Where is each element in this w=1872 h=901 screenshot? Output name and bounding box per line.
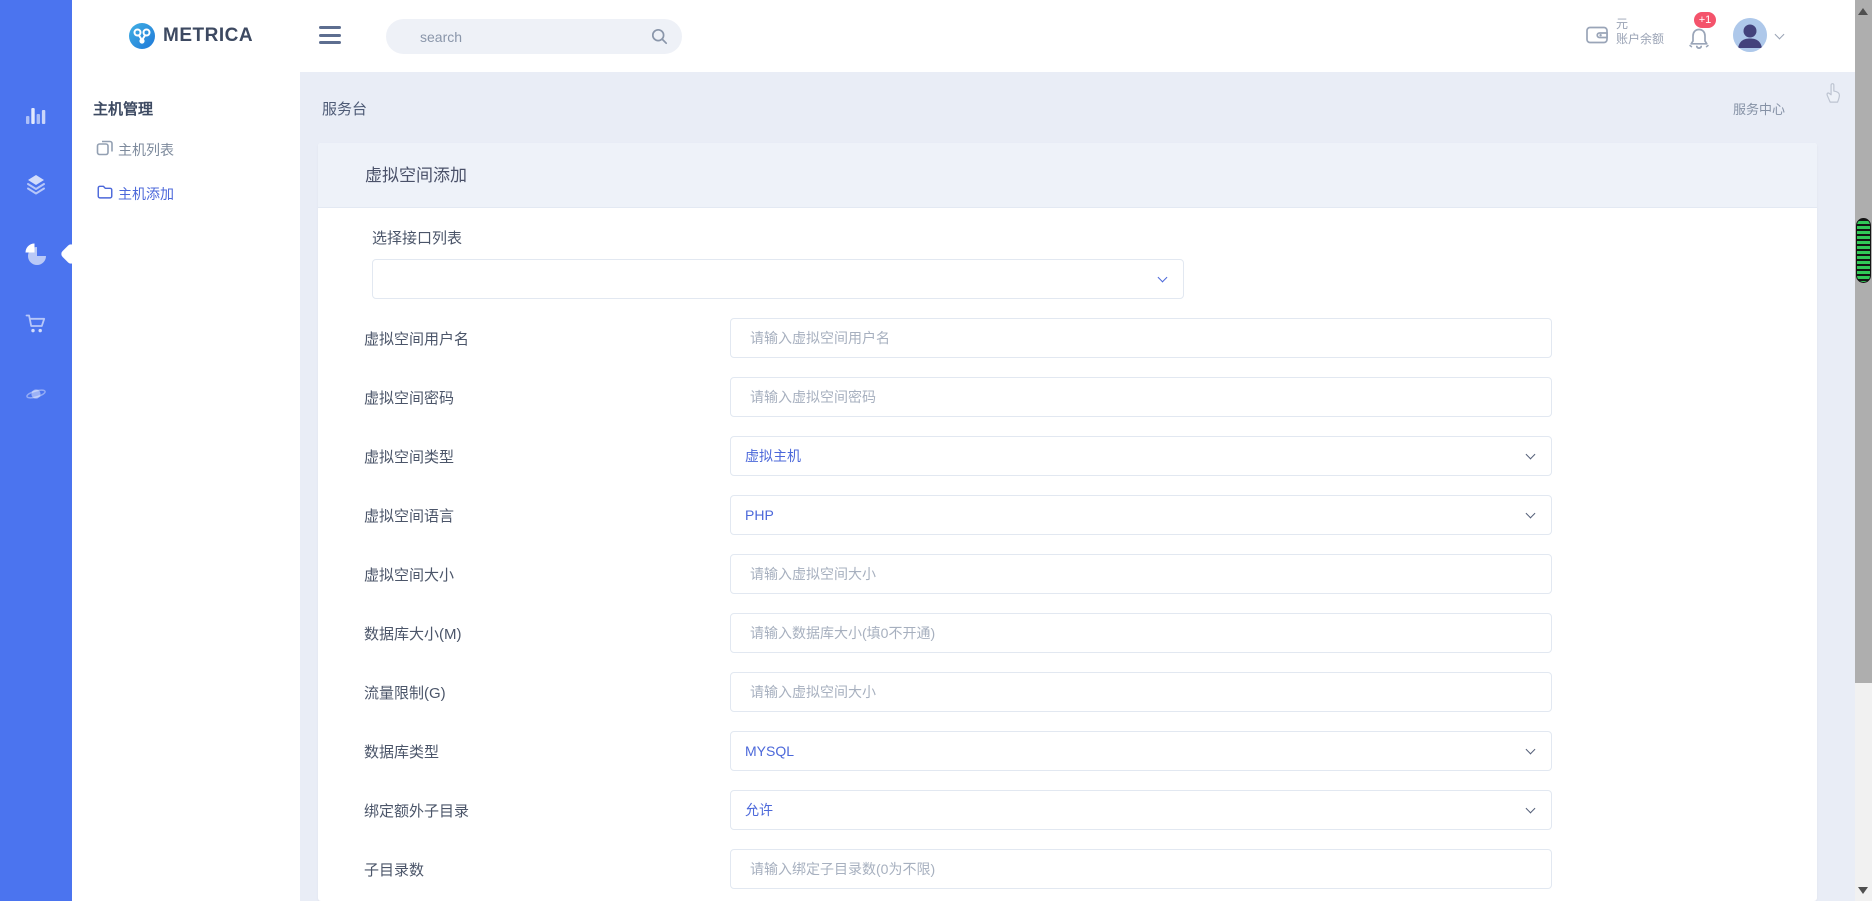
mouse-cursor: [1822, 80, 1842, 109]
notifications-button[interactable]: +1: [1680, 16, 1724, 60]
field-label: 虚拟空间语言: [364, 505, 730, 526]
subdir-count-input[interactable]: [730, 849, 1552, 889]
search-icon[interactable]: [650, 27, 669, 51]
service-center-link[interactable]: 服务中心: [1733, 99, 1785, 118]
account-balance[interactable]: 元 账户余额: [1616, 17, 1664, 47]
bell-icon: [1686, 26, 1712, 57]
scroll-down-arrow[interactable]: [1858, 887, 1868, 894]
db-size-input[interactable]: [730, 613, 1552, 653]
icon-rail: [0, 0, 72, 901]
bar-chart-icon[interactable]: [24, 104, 48, 128]
field-label: 虚拟空间密码: [364, 387, 730, 408]
field-label: 虚拟空间用户名: [364, 328, 730, 349]
chevron-down-icon: [1158, 273, 1168, 283]
chevron-down-icon: [1526, 509, 1536, 519]
field-label: 数据库大小(M): [364, 623, 730, 644]
field-label: 绑定额外子目录: [364, 800, 730, 821]
balance-amount: 元: [1616, 17, 1664, 32]
chevron-down-icon: [1526, 450, 1536, 460]
vs-password-input[interactable]: [730, 377, 1552, 417]
field-label: 流量限制(G): [364, 682, 730, 703]
card-header: 虚拟空间添加: [318, 143, 1817, 208]
balance-label: 账户余额: [1616, 32, 1664, 47]
vs-username-input[interactable]: [730, 318, 1552, 358]
brand-logo[interactable]: METRICA: [128, 22, 253, 50]
planet-icon[interactable]: [24, 382, 48, 406]
field-label: 数据库类型: [364, 741, 730, 762]
search-input[interactable]: [420, 19, 630, 54]
select-value: 虚拟主机: [745, 446, 801, 466]
scroll-up-arrow[interactable]: [1858, 8, 1868, 15]
side-menu: 主机管理 主机列表 主机添加: [72, 72, 300, 901]
chevron-down-icon: [1526, 804, 1536, 814]
db-type-select[interactable]: MYSQL: [730, 731, 1552, 771]
menu-toggle-button[interactable]: [319, 26, 341, 45]
vertical-scrollbar[interactable]: [1855, 0, 1872, 901]
select-value: PHP: [745, 507, 774, 523]
user-menu-chevron-icon[interactable]: [1775, 30, 1785, 40]
top-header: METRICA 元 账户余额 +1: [72, 0, 1855, 72]
field-label: 子目录数: [364, 859, 730, 880]
vs-size-input[interactable]: [730, 554, 1552, 594]
card-title: 虚拟空间添加: [318, 143, 1817, 208]
brand-name: METRICA: [163, 25, 253, 47]
wallet-icon[interactable]: [1585, 23, 1609, 52]
vs-type-select[interactable]: 虚拟主机: [730, 436, 1552, 476]
field-label: 虚拟空间大小: [364, 564, 730, 585]
notification-badge: +1: [1694, 12, 1716, 28]
sidebar-item-host-add[interactable]: 主机添加: [72, 178, 300, 208]
scrollbar-thumb[interactable]: [1856, 218, 1871, 283]
select-value: MYSQL: [745, 743, 794, 759]
select-value: 允许: [745, 800, 773, 820]
search-bar: [386, 19, 682, 54]
folder-icon: [96, 183, 114, 206]
field-label: 虚拟空间类型: [364, 446, 730, 467]
user-avatar[interactable]: [1733, 18, 1767, 52]
page-title: 服务台: [322, 98, 367, 119]
sidebar-item-label: 主机列表: [118, 140, 174, 160]
copy-icon: [96, 139, 114, 162]
form-card: 虚拟空间添加 选择接口列表 虚拟空间用户名 虚拟空间密码 虚拟空间类型: [318, 143, 1817, 901]
traffic-limit-input[interactable]: [730, 672, 1552, 712]
sidebar-item-label: 主机添加: [118, 184, 174, 204]
pie-chart-icon[interactable]: [24, 242, 48, 266]
bind-subdir-select[interactable]: 允许: [730, 790, 1552, 830]
vs-language-select[interactable]: PHP: [730, 495, 1552, 535]
field-label: 选择接口列表: [372, 227, 1817, 248]
metrica-logo-icon: [128, 22, 156, 50]
content-area: 服务台 服务中心 虚拟空间添加 选择接口列表 虚拟空间用户名 虚拟空间密码: [300, 72, 1855, 901]
scrollbar-track[interactable]: [1855, 0, 1872, 683]
chevron-down-icon: [1526, 745, 1536, 755]
layers-icon[interactable]: [24, 173, 48, 197]
card-body: 选择接口列表 虚拟空间用户名 虚拟空间密码 虚拟空间类型 虚拟主机: [318, 208, 1817, 901]
cart-icon[interactable]: [24, 312, 48, 336]
interface-list-select[interactable]: [372, 259, 1184, 299]
sidebar-item-host-list[interactable]: 主机列表: [72, 134, 300, 164]
menu-section-title: 主机管理: [93, 98, 153, 119]
